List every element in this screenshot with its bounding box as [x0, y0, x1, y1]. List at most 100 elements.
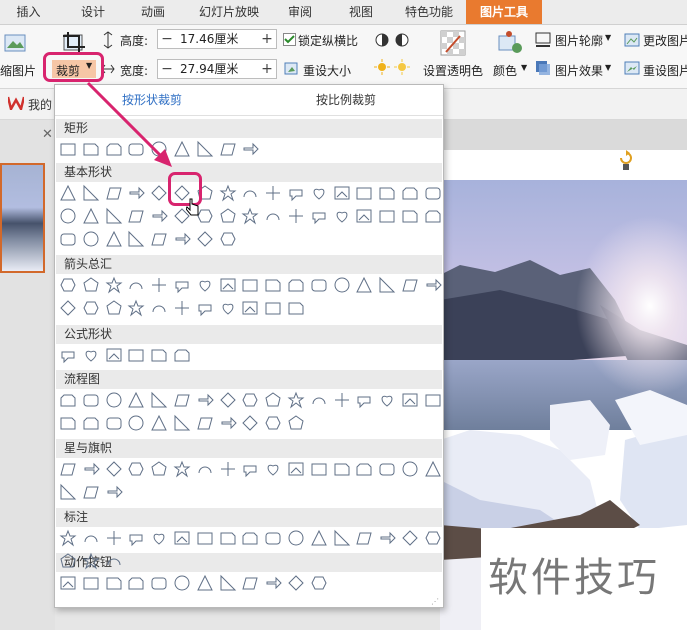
shape-item[interactable]: [105, 460, 123, 478]
shape-item[interactable]: [196, 299, 214, 317]
picture-effects-label[interactable]: 图片效果: [555, 62, 603, 79]
shape-item[interactable]: [287, 276, 305, 294]
shape-item[interactable]: [150, 414, 168, 432]
shape-item[interactable]: [82, 207, 100, 225]
shape-item[interactable]: [310, 276, 328, 294]
shape-item[interactable]: [378, 391, 396, 409]
shape-item[interactable]: [127, 184, 146, 202]
shape-item[interactable]: [105, 299, 123, 317]
shape-item[interactable]: [355, 207, 373, 225]
shape-item[interactable]: [241, 529, 259, 547]
shape-item[interactable]: [241, 140, 260, 158]
shape-item[interactable]: [59, 299, 77, 317]
shape-item[interactable]: [150, 574, 168, 592]
shape-item[interactable]: [333, 207, 351, 225]
shape-item[interactable]: [310, 207, 328, 225]
tab-design[interactable]: 设计: [64, 0, 122, 24]
tab-insert[interactable]: 插入: [0, 0, 57, 24]
shape-item[interactable]: [219, 230, 237, 248]
lock-ratio-checkbox[interactable]: [283, 33, 296, 46]
effects-dropdown-arrow-icon[interactable]: ▼: [605, 63, 611, 72]
shape-item[interactable]: [105, 276, 123, 294]
shape-item[interactable]: [241, 184, 259, 202]
shape-item[interactable]: [287, 299, 305, 317]
reset-size-icon[interactable]: [284, 60, 300, 76]
close-panel-icon[interactable]: ✕: [42, 127, 53, 142]
shape-item[interactable]: [219, 460, 237, 478]
picture-outline-label[interactable]: 图片轮廓: [555, 32, 603, 49]
shape-item[interactable]: [241, 414, 259, 432]
shape-item[interactable]: [241, 574, 259, 592]
shape-item[interactable]: [241, 299, 259, 317]
shape-item[interactable]: [264, 184, 282, 202]
contrast-icon[interactable]: [373, 31, 413, 49]
shape-item[interactable]: [401, 184, 419, 202]
shape-item[interactable]: [287, 529, 305, 547]
shape-item[interactable]: [82, 299, 100, 317]
shape-item[interactable]: [173, 460, 191, 478]
shape-item[interactable]: [127, 230, 145, 248]
shape-item[interactable]: [219, 140, 237, 158]
shape-item[interactable]: [241, 460, 259, 478]
rotate-handle-icon[interactable]: [617, 150, 635, 170]
shape-item[interactable]: [59, 574, 77, 592]
tab-features[interactable]: 特色功能: [396, 0, 462, 24]
shape-item[interactable]: [264, 414, 282, 432]
shape-item[interactable]: [310, 460, 328, 478]
shape-item[interactable]: [127, 346, 145, 364]
shape-item[interactable]: [401, 460, 419, 478]
shape-item[interactable]: [150, 460, 168, 478]
shape-item[interactable]: [105, 414, 123, 432]
change-picture-label[interactable]: 更改图片: [643, 32, 687, 49]
shape-item[interactable]: [127, 460, 145, 478]
shape-item[interactable]: [424, 207, 442, 225]
shape-item[interactable]: [59, 552, 77, 570]
shape-item[interactable]: [82, 574, 100, 592]
slide-thumbnail[interactable]: [0, 163, 45, 273]
shape-item[interactable]: [310, 391, 328, 409]
tab-crop-by-ratio[interactable]: 按比例裁剪: [249, 85, 443, 115]
shape-item[interactable]: [150, 207, 168, 225]
shape-item[interactable]: [59, 140, 77, 158]
shape-item[interactable]: [287, 207, 305, 225]
shape-item[interactable]: [355, 391, 373, 409]
shape-item[interactable]: [173, 574, 191, 592]
shape-item[interactable]: [333, 460, 351, 478]
tab-review[interactable]: 审阅: [278, 0, 322, 24]
shape-item[interactable]: [401, 529, 419, 547]
shape-item[interactable]: [105, 207, 123, 225]
shape-item[interactable]: [173, 276, 191, 294]
shape-item[interactable]: [424, 529, 442, 547]
shape-item[interactable]: [196, 391, 214, 409]
shape-item[interactable]: [105, 483, 123, 501]
shape-item[interactable]: [219, 184, 237, 202]
shape-item[interactable]: [378, 460, 396, 478]
brightness-icon[interactable]: [373, 58, 413, 76]
shape-item[interactable]: [59, 230, 77, 248]
shape-item[interactable]: [333, 184, 351, 202]
shape-item[interactable]: [173, 529, 191, 547]
shape-item[interactable]: [401, 391, 419, 409]
shape-item[interactable]: [424, 391, 442, 409]
shape-item[interactable]: [59, 207, 77, 225]
shape-item[interactable]: [264, 391, 282, 409]
shape-item[interactable]: [59, 276, 77, 294]
shape-item[interactable]: [173, 414, 191, 432]
shape-item[interactable]: [105, 346, 123, 364]
shape-item[interactable]: [82, 391, 100, 409]
shape-item[interactable]: [105, 184, 123, 202]
shape-item[interactable]: [355, 276, 373, 294]
lock-ratio-label[interactable]: 锁定纵横比: [298, 32, 358, 49]
shape-item[interactable]: [196, 140, 214, 158]
shape-item[interactable]: [59, 346, 77, 364]
shape-item[interactable]: [82, 346, 100, 364]
shape-item[interactable]: [127, 574, 145, 592]
shape-item[interactable]: [219, 414, 237, 432]
tab-view[interactable]: 视图: [338, 0, 384, 24]
crop-icon[interactable]: [62, 31, 86, 53]
shape-item[interactable]: [173, 299, 191, 317]
shape-item[interactable]: [196, 230, 214, 248]
tab-slideshow[interactable]: 幻灯片放映: [186, 0, 272, 24]
shape-item[interactable]: [333, 391, 351, 409]
shape-item[interactable]: [219, 276, 237, 294]
